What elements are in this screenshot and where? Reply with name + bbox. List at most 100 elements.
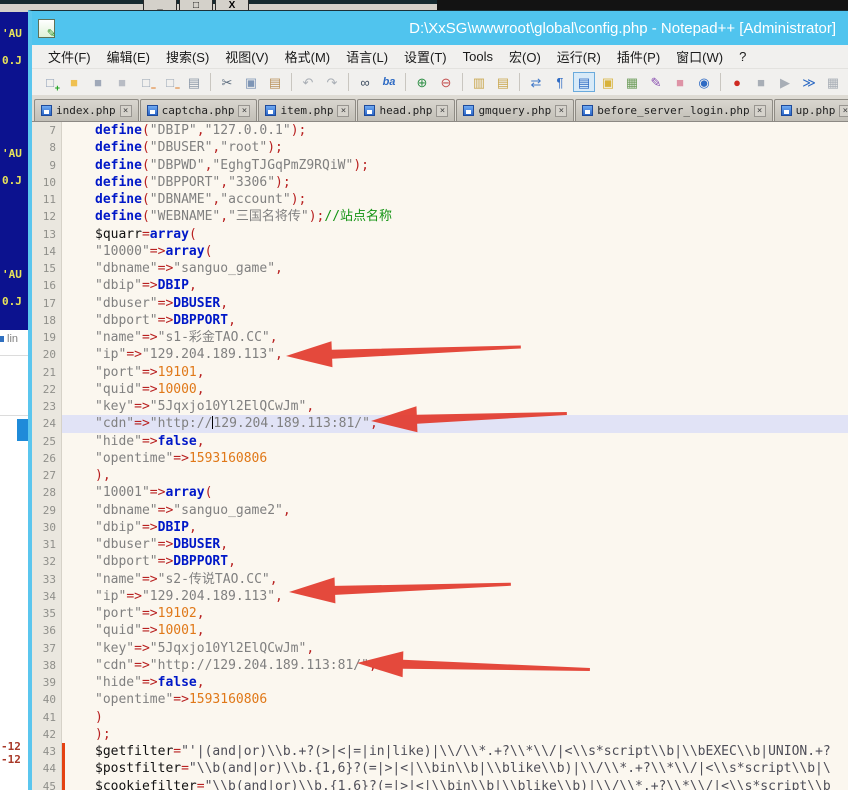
code-line-29[interactable]: 29"dbname"=>"sanguo_game2", [32, 502, 848, 519]
sync-scroll-v-icon[interactable]: ▥ [468, 72, 490, 92]
code-line-11[interactable]: 11define("DBNAME","account"); [32, 191, 848, 208]
tab-close-icon[interactable]: × [839, 105, 848, 117]
function-list-icon[interactable]: ✎ [645, 72, 667, 92]
code-line-24[interactable]: 24"cdn"=>"http://129.204.189.113:81/", [32, 415, 848, 432]
code-line-9[interactable]: 9define("DBPWD","EghgTJGqPmZ9RQiW"); [32, 157, 848, 174]
code-line-30[interactable]: 30"dbip"=>DBIP, [32, 519, 848, 536]
close-icon[interactable]: □− [135, 72, 157, 92]
code-line-34[interactable]: 34"ip"=>"129.204.189.113", [32, 588, 848, 605]
title-bar[interactable]: D:\XxSG\wwwroot\global\config.php - Note… [32, 11, 848, 45]
menu-item-文件f[interactable]: 文件(F) [40, 47, 99, 66]
code-line-41[interactable]: 41) [32, 709, 848, 726]
tab-before_server_login[interactable]: before_server_login.php× [575, 99, 772, 121]
tab-close-icon[interactable]: × [436, 105, 448, 117]
menu-item-语言l[interactable]: 语言(L) [338, 47, 396, 66]
function-hint-icon[interactable]: ▣ [597, 72, 619, 92]
tab-head[interactable]: head.php× [357, 99, 455, 121]
code-line-33[interactable]: 33"name"=>"s2-传说TAO.CC", [32, 571, 848, 588]
folder-workspace-icon[interactable]: ■ [669, 72, 691, 92]
code-line-20[interactable]: 20"ip"=>"129.204.189.113", [32, 346, 848, 363]
print-icon[interactable]: ▤ [183, 72, 205, 92]
line-number: 31 [32, 536, 62, 553]
code-line-14[interactable]: 14"10000"=>array( [32, 243, 848, 260]
code-line-12[interactable]: 12define("WEBNAME","三国名将传");//站点名称 [32, 208, 848, 225]
code-line-44[interactable]: 44$postfilter="\\b(and|or)\\b.{1,6}?(=|>… [32, 760, 848, 777]
tab-captcha[interactable]: captcha.php× [140, 99, 258, 121]
menu-item-插件p[interactable]: 插件(P) [609, 47, 668, 66]
code-line-18[interactable]: 18"dbport"=>DBPPORT, [32, 312, 848, 329]
code-line-19[interactable]: 19"name"=>"s1-彩金TAO.CC", [32, 329, 848, 346]
code-line-39[interactable]: 39"hide"=>false, [32, 674, 848, 691]
tab-close-icon[interactable]: × [238, 105, 250, 117]
menu-item-编辑e[interactable]: 编辑(E) [99, 47, 158, 66]
menu-item-视图v[interactable]: 视图(V) [217, 47, 276, 66]
code-editor[interactable]: 7define("DBIP","127.0.0.1");8define("DBU… [32, 122, 848, 790]
zoom-out-icon[interactable]: ⊖ [435, 72, 457, 92]
tab-gmquery[interactable]: gmquery.php× [456, 99, 574, 121]
word-wrap-icon[interactable]: ⇄ [525, 72, 547, 92]
code-line-40[interactable]: 40"opentime"=>1593160806 [32, 691, 848, 708]
undo-icon[interactable]: ↶ [297, 72, 319, 92]
code-line-36[interactable]: 36"quid"=>10001, [32, 622, 848, 639]
code-line-7[interactable]: 7define("DBIP","127.0.0.1"); [32, 122, 848, 139]
code-line-27[interactable]: 27), [32, 467, 848, 484]
code-line-8[interactable]: 8define("DBUSER","root"); [32, 139, 848, 156]
paste-icon[interactable]: ▤ [264, 72, 286, 92]
copy-icon[interactable]: ▣ [240, 72, 262, 92]
code-line-42[interactable]: 42); [32, 726, 848, 743]
cut-icon[interactable]: ✂ [216, 72, 238, 92]
code-line-43[interactable]: 43$getfilter="'|(and|or)\\b.+?(>|<|=|in|… [32, 743, 848, 760]
tab-item[interactable]: item.php× [258, 99, 356, 121]
code-line-22[interactable]: 22"quid"=>10000, [32, 381, 848, 398]
code-line-21[interactable]: 21"port"=>19101, [32, 364, 848, 381]
menu-item-[interactable]: ? [731, 49, 754, 64]
menu-item-设置t[interactable]: 设置(T) [396, 47, 455, 66]
macro-record-icon[interactable]: ● [726, 72, 748, 92]
sync-scroll-h-icon[interactable]: ▤ [492, 72, 514, 92]
code-line-35[interactable]: 35"port"=>19102, [32, 605, 848, 622]
code-line-16[interactable]: 16"dbip"=>DBIP, [32, 277, 848, 294]
code-line-28[interactable]: 28"10001"=>array( [32, 484, 848, 501]
menu-item-tools[interactable]: Tools [455, 49, 501, 64]
menu-item-格式m[interactable]: 格式(M) [277, 47, 339, 66]
code-line-37[interactable]: 37"key"=>"5Jqxjo10Yl2ElQCwJm", [32, 640, 848, 657]
tab-close-icon[interactable]: × [337, 105, 349, 117]
tab-index[interactable]: index.php× [34, 99, 139, 121]
save-all-icon[interactable]: ■ [111, 72, 133, 92]
close-all-icon[interactable]: □− [159, 72, 181, 92]
code-line-25[interactable]: 25"hide"=>false, [32, 433, 848, 450]
tab-close-icon[interactable]: × [555, 105, 567, 117]
code-line-32[interactable]: 32"dbport"=>DBPPORT, [32, 553, 848, 570]
doc-map-icon[interactable]: ▦ [621, 72, 643, 92]
open-file-icon[interactable]: ■ [63, 72, 85, 92]
tab-up[interactable]: up.php× [774, 99, 848, 121]
code-line-17[interactable]: 17"dbuser"=>DBUSER, [32, 295, 848, 312]
macro-run-multiple-icon[interactable]: ≫ [798, 72, 820, 92]
menu-item-运行r[interactable]: 运行(R) [549, 47, 609, 66]
save-icon[interactable]: ■ [87, 72, 109, 92]
zoom-in-icon[interactable]: ⊕ [411, 72, 433, 92]
show-all-chars-icon[interactable]: ¶ [549, 72, 571, 92]
macro-save-icon[interactable]: ▦ [822, 72, 844, 92]
menu-item-窗口w[interactable]: 窗口(W) [668, 47, 731, 66]
menu-item-宏o[interactable]: 宏(O) [501, 47, 549, 66]
code-line-15[interactable]: 15"dbname"=>"sanguo_game", [32, 260, 848, 277]
tab-close-icon[interactable]: × [120, 105, 132, 117]
tab-close-icon[interactable]: × [754, 105, 766, 117]
replace-icon[interactable]: ba [378, 72, 400, 92]
code-line-13[interactable]: 13$quarr=array( [32, 226, 848, 243]
macro-play-icon[interactable]: ▶ [774, 72, 796, 92]
code-line-23[interactable]: 23"key"=>"5Jqxjo10Yl2ElQCwJm", [32, 398, 848, 415]
find-icon[interactable]: ∞ [354, 72, 376, 92]
code-line-31[interactable]: 31"dbuser"=>DBUSER, [32, 536, 848, 553]
indent-guide-icon[interactable]: ▤ [573, 72, 595, 92]
code-line-26[interactable]: 26"opentime"=>1593160806 [32, 450, 848, 467]
code-line-10[interactable]: 10define("DBPPORT","3306"); [32, 174, 848, 191]
menu-item-搜索s[interactable]: 搜索(S) [158, 47, 217, 66]
code-line-38[interactable]: 38"cdn"=>"http://129.204.189.113:81/", [32, 657, 848, 674]
file-monitor-icon[interactable]: ◉ [693, 72, 715, 92]
new-file-icon[interactable]: □+ [39, 72, 61, 92]
redo-icon[interactable]: ↷ [321, 72, 343, 92]
macro-stop-icon[interactable]: ■ [750, 72, 772, 92]
code-line-45[interactable]: 45$cookiefilter="\\b(and|or)\\b.{1,6}?(=… [32, 778, 848, 790]
